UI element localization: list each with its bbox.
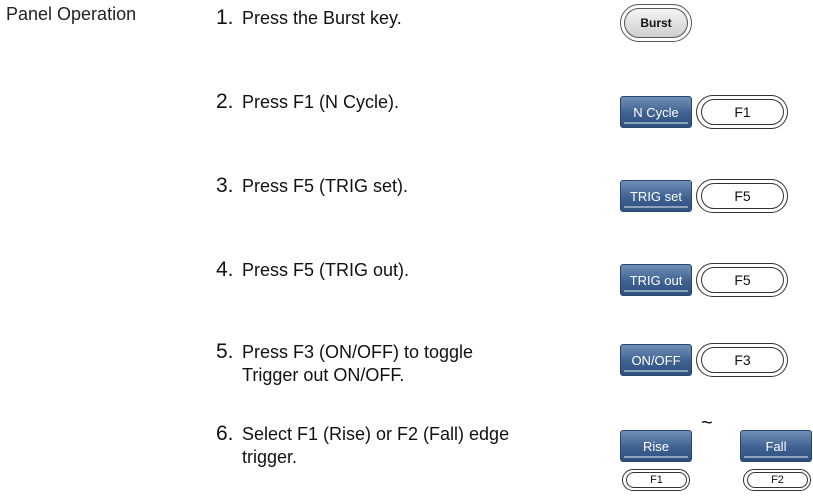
- step-1: 1. Press the Burst key.: [216, 6, 402, 30]
- step-4: 4. Press F5 (TRIG out).: [216, 258, 409, 282]
- burst-key[interactable]: Burst: [620, 4, 692, 42]
- f5-key[interactable]: F5: [696, 179, 788, 213]
- step-6: 6. Select F1 (Rise) or F2 (Fall) edge tri…: [216, 422, 509, 469]
- step-text: Select F1 (Rise) or F2 (Fall) edge: [242, 424, 510, 444]
- step-number: 1.: [216, 6, 234, 29]
- f1-key-label: F1: [701, 99, 784, 125]
- f2-key-label: F2: [747, 472, 808, 488]
- fall-softkey[interactable]: Fall: [740, 430, 812, 462]
- step-text: Press F1 (N Cycle).: [242, 92, 400, 112]
- f1-key[interactable]: F1: [696, 95, 788, 129]
- f5-key-label: F5: [701, 183, 784, 209]
- step-text-continued: trigger.: [242, 447, 298, 467]
- step-5: 5. Press F3 (ON/OFF) to toggle Trigger ou…: [216, 340, 473, 387]
- on-off-softkey[interactable]: ON/OFF: [620, 344, 692, 376]
- step-number: 3.: [216, 174, 234, 197]
- f3-key[interactable]: F3: [696, 343, 788, 377]
- f2-key[interactable]: F2: [743, 469, 811, 491]
- tilde-separator: ~: [701, 412, 713, 434]
- step-2: 2. Press F1 (N Cycle).: [216, 90, 399, 114]
- step-number: 4.: [216, 258, 234, 281]
- step-number: 2.: [216, 90, 234, 113]
- step-text: Press F5 (TRIG out).: [242, 260, 410, 280]
- step-text: Press F5 (TRIG set).: [242, 176, 409, 196]
- f5-key[interactable]: F5: [696, 263, 788, 297]
- step-text: Press the Burst key.: [242, 8, 402, 28]
- f1-key-label: F1: [626, 472, 687, 488]
- step-3: 3. Press F5 (TRIG set).: [216, 174, 408, 198]
- f3-key-label: F3: [701, 347, 784, 373]
- step-text: Press F3 (ON/OFF) to toggle: [242, 342, 474, 362]
- step-number: 6.: [216, 422, 234, 445]
- n-cycle-softkey[interactable]: N Cycle: [620, 96, 692, 128]
- trig-out-softkey[interactable]: TRIG out: [620, 264, 692, 296]
- burst-key-label: Burst: [624, 8, 688, 38]
- f1-key[interactable]: F1: [622, 469, 690, 491]
- step-number: 5.: [216, 340, 234, 363]
- f5-key-label: F5: [701, 267, 784, 293]
- rise-softkey[interactable]: Rise: [620, 430, 692, 462]
- trig-set-softkey[interactable]: TRIG set: [620, 180, 692, 212]
- step-text-continued: Trigger out ON/OFF.: [242, 365, 405, 385]
- section-label: Panel Operation: [6, 4, 137, 24]
